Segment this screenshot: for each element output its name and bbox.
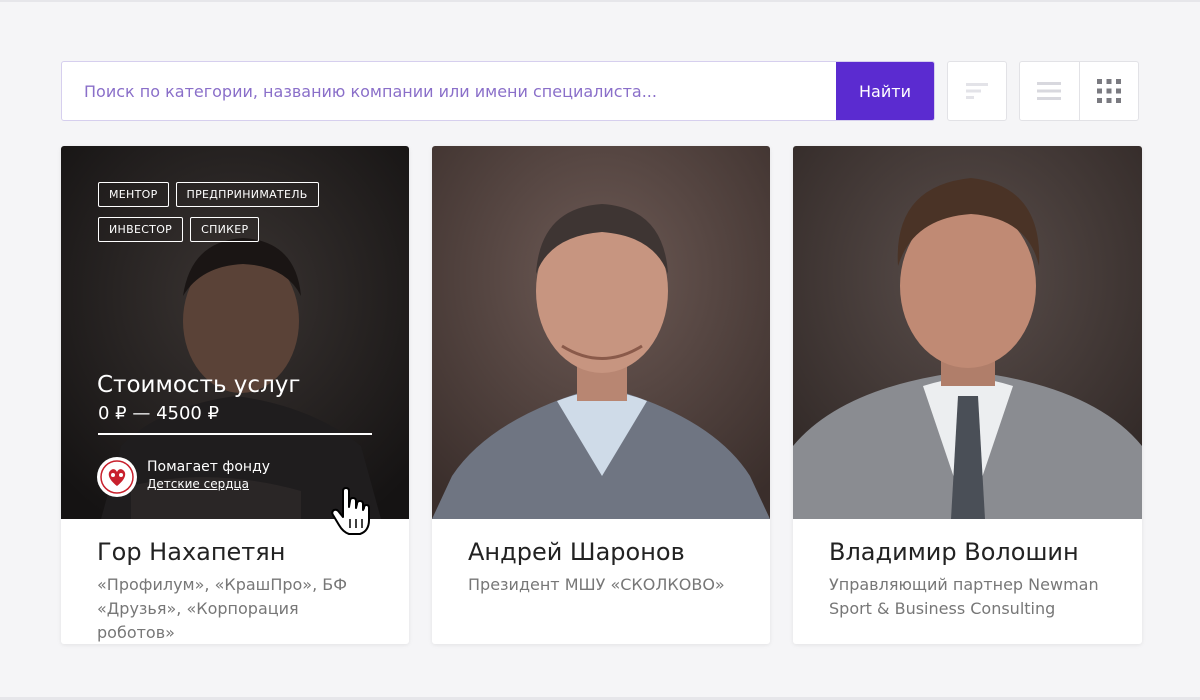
card-info: Андрей Шаронов Президент МШУ «СКОЛКОВО»	[432, 519, 770, 597]
card-info: Гор Нахапетян «Профилум», «КрашПро», БФ …	[61, 519, 409, 644]
specialist-name[interactable]: Владимир Волошин	[829, 537, 1106, 567]
search-input[interactable]	[62, 62, 836, 120]
tag-mentor[interactable]: МЕНТОР	[98, 182, 169, 207]
tag-investor[interactable]: ИНВЕСТОР	[98, 217, 184, 242]
grid-view-icon	[1096, 79, 1121, 103]
top-divider	[0, 0, 1200, 2]
specialist-photo	[793, 146, 1142, 519]
specialist-name[interactable]: Гор Нахапетян	[97, 537, 373, 567]
fund-label: Помагает фонду	[147, 459, 271, 475]
specialist-card[interactable]: Андрей Шаронов Президент МШУ «СКОЛКОВО»	[432, 146, 770, 644]
role-tags: МЕНТОР ПРЕДПРИНИМАТЕЛЬ ИНВЕСТОР СПИКЕР	[98, 182, 358, 252]
card-hover-overlay: МЕНТОР ПРЕДПРИНИМАТЕЛЬ ИНВЕСТОР СПИКЕР Сто…	[61, 146, 409, 535]
specialist-name[interactable]: Андрей Шаронов	[468, 537, 734, 567]
fund-link[interactable]: Детские сердца	[147, 477, 249, 491]
grid-view-button[interactable]	[1078, 62, 1139, 120]
card-info: Владимир Волошин Управляющий партнер New…	[793, 519, 1142, 621]
list-view-button[interactable]	[1020, 62, 1079, 120]
price-divider	[98, 433, 372, 435]
price-title: Стоимость услуг	[97, 372, 301, 398]
search-button[interactable]: Найти	[836, 62, 934, 120]
specialist-company: Управляющий партнер Newman Sport & Busin…	[829, 575, 1099, 618]
tag-speaker[interactable]: СПИКЕР	[190, 217, 260, 242]
sort-button[interactable]	[947, 61, 1007, 121]
tag-entrepreneur[interactable]: ПРЕДПРИНИМАТЕЛЬ	[175, 182, 319, 207]
specialist-company: «Профилум», «КрашПро», БФ «Друзья», «Кор…	[97, 575, 348, 642]
sort-icon	[966, 83, 988, 99]
specialist-photo	[432, 146, 770, 519]
view-switcher	[1019, 61, 1139, 121]
list-view-icon	[1037, 82, 1062, 100]
specialist-card[interactable]: МЕНТОР ПРЕДПРИНИМАТЕЛЬ ИНВЕСТОР СПИКЕР Сто…	[61, 146, 409, 644]
specialist-card[interactable]: Владимир Волошин Управляющий партнер New…	[793, 146, 1142, 644]
price-range: 0 ₽ — 4500 ₽	[98, 403, 220, 424]
fund-logo-icon	[97, 457, 137, 497]
search-bar: Найти	[61, 61, 935, 121]
specialist-company: Президент МШУ «СКОЛКОВО»	[468, 575, 725, 594]
